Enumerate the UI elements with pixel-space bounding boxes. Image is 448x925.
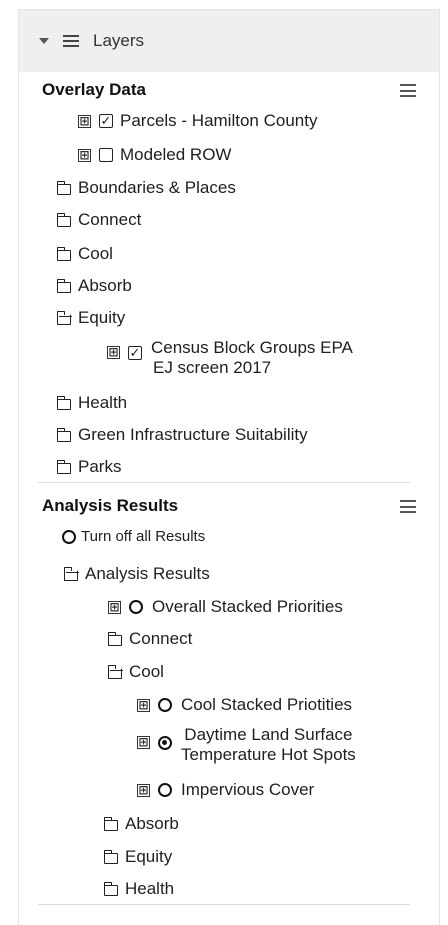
folder-cool[interactable]: Cool — [56, 243, 113, 265]
folder-icon — [56, 459, 71, 474]
layer-impervious-cover: ⊞ Impervious Cover — [137, 779, 314, 801]
expand-icon[interactable]: ⊞ — [137, 783, 150, 797]
radio-icon[interactable] — [62, 530, 76, 544]
folder-label: Health — [78, 393, 128, 412]
layer-census-block-groups: ⊞ ✓ Census Block Groups EPA EJ screen 20… — [107, 338, 353, 382]
layer-modeled-row: ⊞ Modeled ROW — [78, 144, 231, 166]
layer-label: Impervious Cover — [181, 780, 315, 799]
folder-parks[interactable]: Parks — [56, 456, 122, 478]
folder-label: Cool — [78, 244, 113, 263]
folder-icon — [56, 180, 71, 195]
folder-label: Connect — [78, 210, 142, 229]
folder-equity-results[interactable]: Equity — [103, 846, 173, 868]
folder-icon — [56, 395, 71, 410]
layer-label: Parcels - Hamilton County — [120, 111, 318, 130]
folder-icon — [56, 427, 71, 442]
folder-label: Green Infrastructure Suitability — [78, 425, 308, 444]
layer-label: Overall Stacked Priorities — [152, 597, 343, 616]
layer-label-line2: Temperature Hot Spots — [181, 745, 356, 764]
folder-icon — [103, 881, 118, 896]
radio-icon[interactable] — [158, 783, 172, 797]
folder-icon — [56, 278, 71, 293]
layer-label: Modeled ROW — [120, 145, 232, 164]
folder-icon — [107, 631, 122, 646]
folder-health-results[interactable]: Health — [103, 878, 175, 900]
layers-panel-header[interactable]: Layers — [19, 10, 439, 72]
expand-icon[interactable]: ⊞ — [78, 114, 91, 128]
folder-label: Parks — [78, 457, 122, 476]
folder-cool-results[interactable]: Cool — [107, 661, 164, 683]
folder-connect-results[interactable]: Connect — [107, 628, 193, 650]
section-divider — [38, 482, 410, 483]
folder-label: Cool — [129, 662, 164, 681]
overlay-data-title: Overlay Data — [42, 80, 146, 99]
radio-icon[interactable] — [129, 600, 143, 614]
folder-icon — [103, 816, 118, 831]
folder-icon — [56, 246, 71, 261]
overlay-data-heading: Overlay Data — [38, 80, 428, 104]
layer-overall-stacked-priorities: ⊞ Overall Stacked Priorities — [108, 596, 343, 618]
layer-label: Cool Stacked Priotities — [181, 695, 353, 714]
radio-icon[interactable] — [158, 698, 172, 712]
folder-analysis-results[interactable]: Analysis Results — [63, 563, 210, 585]
expand-icon[interactable]: ⊞ — [78, 148, 91, 162]
checkbox-checked-icon[interactable]: ✓ — [99, 114, 113, 128]
folder-label: Analysis Results — [85, 564, 210, 583]
turn-off-label: Turn off all Results — [81, 528, 206, 545]
layer-cool-stacked-priorities: ⊞ Cool Stacked Priotities — [137, 694, 352, 716]
overlay-menu-icon[interactable] — [400, 84, 416, 97]
analysis-results-heading: Analysis Results — [38, 496, 428, 520]
expand-icon[interactable]: ⊞ — [137, 698, 150, 712]
folder-absorb-results[interactable]: Absorb — [103, 813, 179, 835]
layer-label: Daytime Land Surface — [184, 725, 353, 744]
panel-title: Layers — [93, 31, 145, 50]
layer-daytime-lst-hot-spots: ⊞ Daytime Land Surface Temperature Hot S… — [137, 725, 356, 769]
section-divider — [38, 904, 410, 905]
expand-icon[interactable]: ⊞ — [107, 346, 120, 359]
checkbox-checked-icon[interactable]: ✓ — [128, 346, 142, 360]
radio-selected-icon[interactable] — [158, 736, 172, 750]
folder-icon — [103, 849, 118, 864]
checkbox-unchecked-icon[interactable] — [99, 148, 113, 162]
layer-label-line2: EJ screen 2017 — [153, 358, 272, 377]
turn-off-all-results[interactable]: Turn off all Results — [62, 526, 205, 548]
folder-open-icon — [107, 664, 122, 679]
folder-connect[interactable]: Connect — [56, 209, 142, 231]
folder-label: Health — [125, 879, 175, 898]
analysis-results-title: Analysis Results — [42, 496, 179, 515]
folder-absorb[interactable]: Absorb — [56, 275, 132, 297]
folder-health[interactable]: Health — [56, 392, 128, 414]
folder-label: Absorb — [78, 276, 132, 295]
folder-equity[interactable]: Equity — [56, 307, 126, 329]
layer-label: Census Block Groups EPA — [151, 338, 353, 357]
folder-open-icon — [56, 310, 71, 325]
folder-label: Boundaries & Places — [78, 178, 236, 197]
folder-boundaries[interactable]: Boundaries & Places — [56, 177, 236, 199]
list-icon — [63, 35, 79, 47]
folder-open-icon — [63, 566, 78, 581]
expand-icon[interactable]: ⊞ — [137, 736, 150, 749]
layer-parcels: ⊞ ✓ Parcels - Hamilton County — [78, 110, 317, 132]
expand-icon[interactable]: ⊞ — [108, 600, 121, 614]
analysis-menu-icon[interactable] — [400, 500, 416, 513]
folder-label: Equity — [78, 308, 126, 327]
folder-label: Connect — [129, 629, 193, 648]
folder-green-infrastructure[interactable]: Green Infrastructure Suitability — [56, 424, 308, 446]
folder-label: Equity — [125, 847, 173, 866]
collapse-caret-icon[interactable] — [39, 38, 49, 44]
folder-icon — [56, 212, 71, 227]
folder-label: Absorb — [125, 814, 179, 833]
